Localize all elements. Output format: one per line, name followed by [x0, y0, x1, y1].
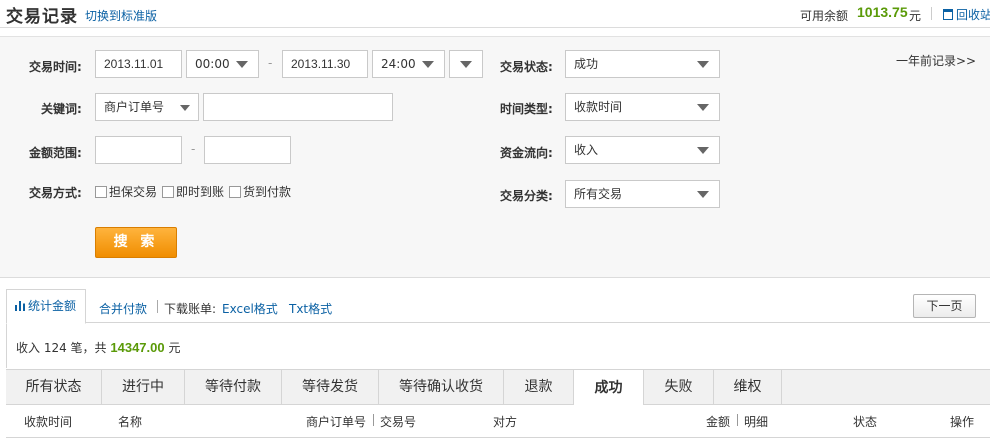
balance-value: 1013.75 — [857, 4, 908, 20]
tab-awaiting-receipt[interactable]: 等待确认收货 — [379, 369, 504, 405]
page-title: 交易记录 — [6, 7, 78, 27]
chevron-down-icon — [697, 61, 709, 68]
search-button[interactable]: 搜 索 — [95, 227, 177, 258]
chevron-down-icon — [460, 61, 472, 68]
switch-standard-link[interactable]: 切换到标准版 — [85, 7, 157, 24]
tab-stats-label: 统计金额 — [28, 299, 77, 313]
col-merchant-order: 商户订单号 — [306, 415, 367, 429]
summary-text: 收入 124 笔，共 14347.00 元 — [16, 339, 180, 356]
col-amount: 金额 — [706, 415, 731, 429]
tab-failed[interactable]: 失败 — [644, 369, 714, 405]
fund-flow-select[interactable]: 收入 — [565, 136, 720, 164]
recycle-bin-link[interactable]: 回收站 — [943, 6, 990, 23]
col-received-time: 收款时间 — [24, 415, 73, 429]
summary-prefix: 收入 124 笔，共 — [16, 341, 107, 355]
summary-divider — [157, 300, 158, 313]
trade-mode-cod-label: 货到付款 — [243, 185, 292, 199]
balance-label: 可用余额 — [800, 9, 849, 23]
header-divider-line — [0, 27, 990, 28]
chevron-down-icon — [697, 147, 709, 154]
next-page-button[interactable]: 下一页 — [913, 294, 976, 318]
col-action: 操作 — [950, 415, 975, 429]
balance-unit: 元 — [909, 9, 922, 23]
amount-separator: - — [191, 142, 196, 156]
summary-total: 14347.00 — [110, 340, 165, 355]
trade-mode-escrow-label: 担保交易 — [109, 185, 158, 199]
category-label: 交易分类: — [500, 189, 553, 203]
trade-mode-instant-label: 即时到账 — [176, 185, 225, 199]
status-select[interactable]: 成功 — [565, 50, 720, 78]
start-time-select[interactable]: 00:00 — [186, 50, 259, 78]
tab-merge-payment[interactable]: 合并付款 — [99, 300, 147, 317]
date-range-dropdown[interactable] — [449, 50, 483, 78]
summary-suffix: 元 — [168, 341, 181, 355]
summary-tab-bar — [6, 289, 990, 323]
keyword-type-value: 商户订单号 — [104, 100, 165, 114]
checkbox-icon[interactable] — [162, 186, 174, 198]
tab-stats-amount[interactable]: 统计金额 — [6, 289, 86, 324]
tab-awaiting-payment[interactable]: 等待付款 — [185, 369, 282, 405]
tab-success[interactable]: 成功 — [574, 369, 644, 406]
keyword-type-select[interactable]: 商户订单号 — [95, 93, 199, 121]
chevron-down-icon — [422, 61, 434, 68]
fund-flow-label: 资金流向: — [500, 146, 553, 160]
keyword-label: 关键词: — [41, 102, 82, 116]
end-date-input[interactable]: 2013.11.30 — [282, 50, 368, 78]
tab-awaiting-shipment[interactable]: 等待发货 — [282, 369, 379, 405]
tab-dispute[interactable]: 维权 — [714, 369, 782, 405]
download-txt-link[interactable]: Txt格式 — [289, 300, 332, 317]
col-status: 状态 — [853, 415, 878, 429]
category-value: 所有交易 — [574, 187, 623, 201]
category-select[interactable]: 所有交易 — [565, 180, 720, 208]
col-divider — [737, 414, 738, 426]
amount-min-input[interactable] — [95, 136, 182, 164]
download-label: 下载账单: — [164, 302, 217, 316]
trade-mode-cod[interactable]: 货到付款 — [229, 183, 291, 200]
year-ago-records-link[interactable]: 一年前记录>> — [896, 52, 976, 69]
trade-mode-instant[interactable]: 即时到账 — [162, 183, 224, 200]
trash-icon — [943, 9, 953, 20]
time-type-select[interactable]: 收款时间 — [565, 93, 720, 121]
header-divider — [931, 7, 932, 20]
recycle-bin-label: 回收站 — [956, 8, 990, 22]
end-time-value: 24:00 — [381, 57, 416, 71]
col-trade-no: 交易号 — [380, 415, 417, 429]
col-divider — [373, 414, 374, 426]
status-select-value: 成功 — [574, 57, 599, 71]
start-time-value: 00:00 — [195, 57, 230, 71]
chevron-down-icon — [180, 105, 190, 111]
chevron-down-icon — [697, 191, 709, 198]
download-excel-link[interactable]: Excel格式 — [222, 300, 278, 317]
tab-refund[interactable]: 退款 — [504, 369, 574, 405]
col-detail: 明细 — [744, 415, 769, 429]
trade-time-label: 交易时间: — [29, 60, 82, 74]
trade-mode-label: 交易方式: — [29, 186, 82, 200]
amount-max-input[interactable] — [204, 136, 291, 164]
trade-mode-escrow[interactable]: 担保交易 — [95, 183, 157, 200]
start-date-input[interactable]: 2013.11.01 — [95, 50, 182, 78]
date-separator: - — [268, 56, 273, 70]
chevron-down-icon — [697, 104, 709, 111]
bar-chart-icon — [15, 301, 25, 311]
fund-flow-value: 收入 — [574, 143, 599, 157]
time-type-value: 收款时间 — [574, 100, 623, 114]
col-counterparty: 对方 — [493, 415, 518, 429]
tab-in-progress[interactable]: 进行中 — [102, 369, 185, 405]
checkbox-icon[interactable] — [229, 186, 241, 198]
status-label: 交易状态: — [500, 60, 553, 74]
checkbox-icon[interactable] — [95, 186, 107, 198]
tab-all-status[interactable]: 所有状态 — [6, 369, 102, 405]
amount-range-label: 金额范围: — [29, 146, 82, 160]
chevron-down-icon — [236, 61, 248, 68]
keyword-input[interactable] — [203, 93, 393, 121]
col-name: 名称 — [118, 415, 143, 429]
time-type-label: 时间类型: — [500, 102, 553, 116]
end-time-select[interactable]: 24:00 — [372, 50, 445, 78]
